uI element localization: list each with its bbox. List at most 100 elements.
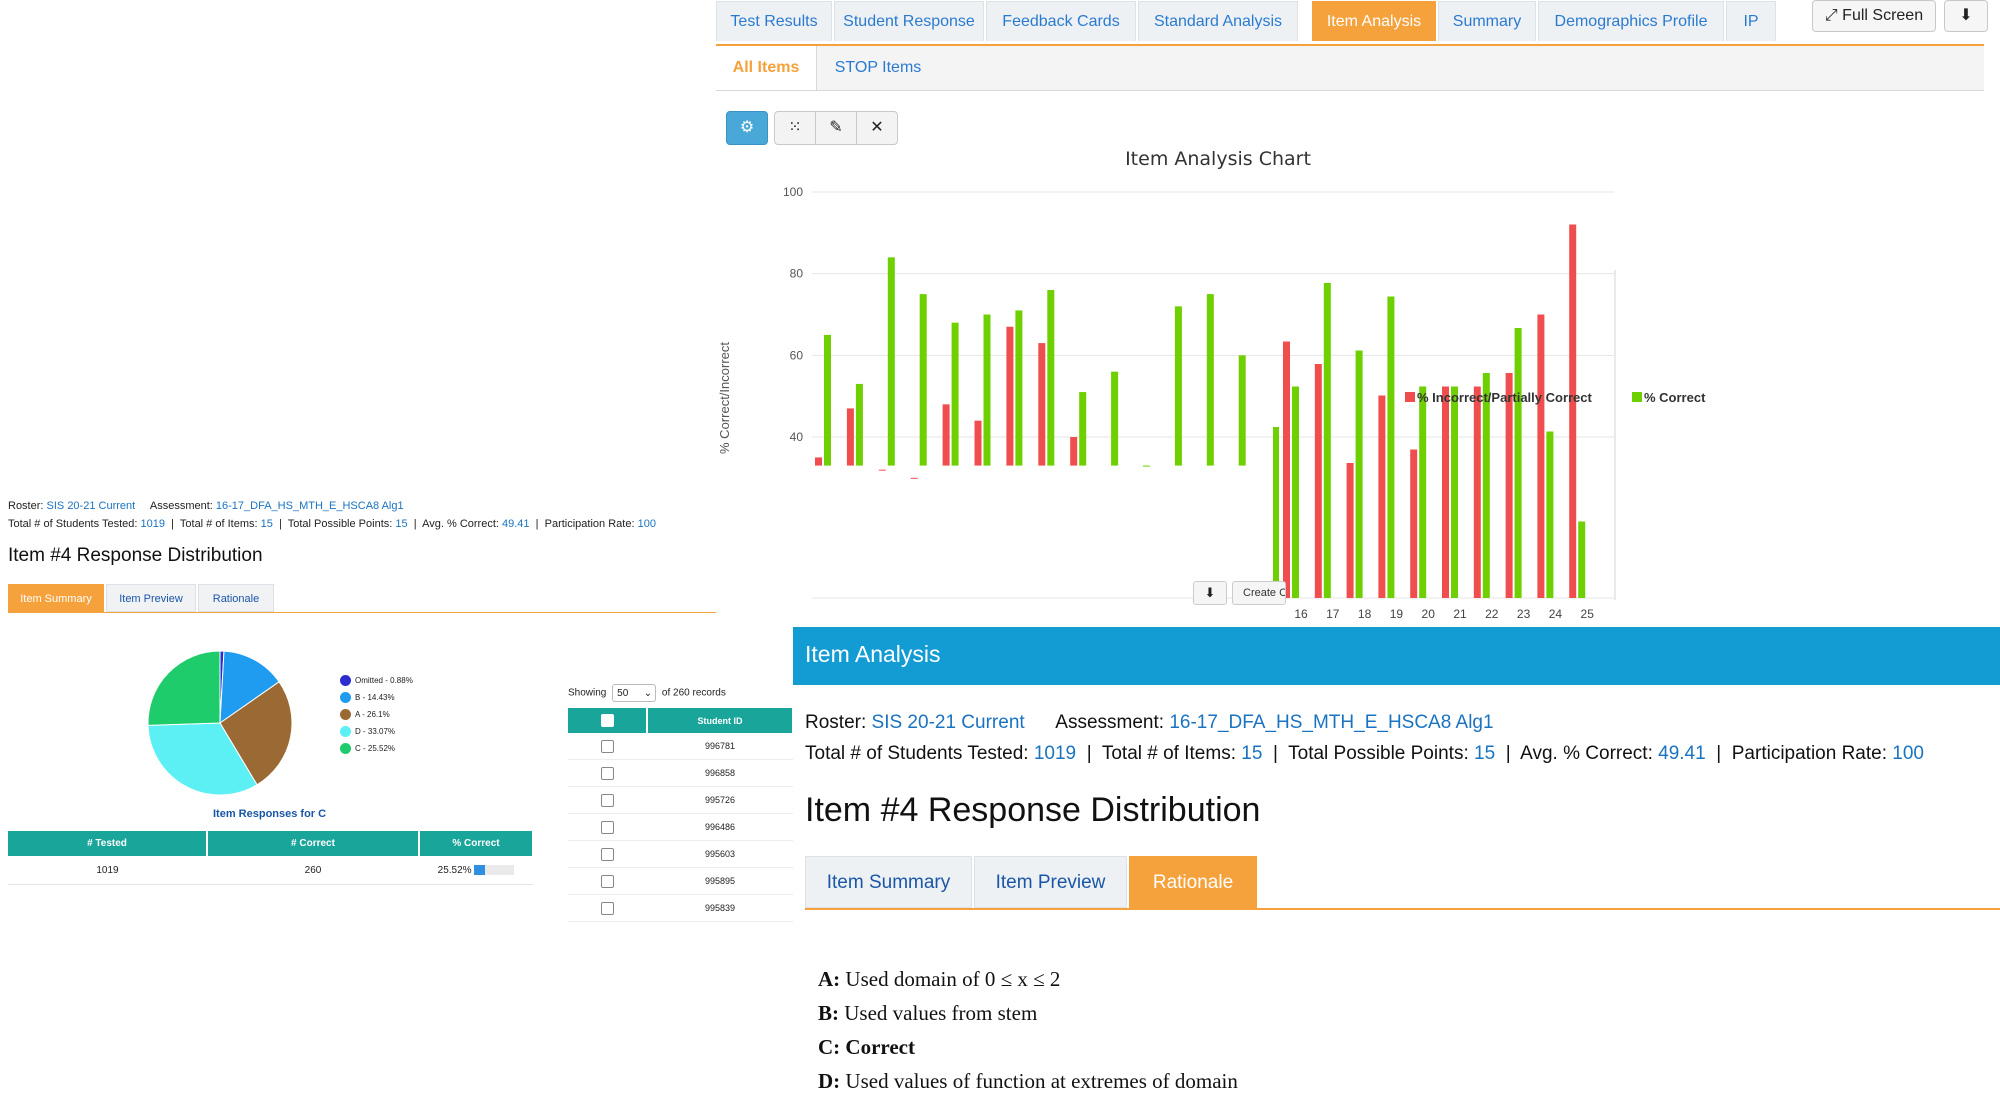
download-button[interactable]: ⬇ [1944,0,1988,32]
correct-bar [824,334,831,466]
tab-item-analysis[interactable]: Item Analysis [1312,1,1436,41]
expand-icon: ⤢ [1824,7,1838,24]
tab-feedback-cards[interactable]: Feedback Cards [986,1,1136,41]
incorrect-bar [1569,224,1577,598]
item-analysis-chart: Item Analysis Chart % Correct/Incorrect … [717,148,1706,621]
pie-slice [147,650,221,726]
tab-item-summary[interactable]: Item Summary [8,584,104,612]
items-label: Total # of Items: [179,518,258,530]
pencil-icon: ✎ [829,119,843,136]
rationale-c: C: Correct [818,1035,915,1060]
big-tab-bar: Item Summary Item Preview Rationale [805,856,2000,910]
assessment-link[interactable]: 16-17_DFA_HS_MTH_E_HSCA8 Alg1 [1169,712,1493,733]
chart-title: Item Analysis Chart [1125,148,1311,170]
select-all-checkbox[interactable] [600,714,614,727]
y-tick-label: 80 [790,267,804,281]
legend-item-c: C - 25.52% [340,743,413,760]
incorrect-bar [1410,449,1418,598]
incorrect-bar [1537,314,1545,598]
incorrect-bar [1442,386,1449,598]
correct-bar [1273,427,1279,598]
legend-label: B - 14.43% [355,693,395,702]
avg-label: Avg. % Correct: [1520,743,1653,764]
tab-all-items[interactable]: All Items [716,46,817,90]
cell-tested: 1019 [8,856,207,885]
gear-icon: ⚙ [739,119,755,136]
students-value: 1019 [140,518,165,530]
correct-bar [1174,306,1182,466]
incorrect-bar [942,404,950,466]
sub-tab-bar: All Items STOP Items [716,46,1984,91]
row-checkbox[interactable] [601,874,614,888]
x-tick-label: 25 [1581,607,1595,621]
correct-bar [1206,294,1214,466]
tab-item-preview[interactable]: Item Preview [974,856,1127,908]
tab-stop-items[interactable]: STOP Items [818,46,938,90]
table-row: 996781 [568,733,793,760]
participation-value: 100 [1892,743,1924,764]
tab-item-preview[interactable]: Item Preview [106,584,196,612]
records-info: Showing 50 ⌄ of 260 records [568,684,726,702]
row-checkbox[interactable] [601,739,614,753]
item-summary-table: # Tested # Correct % Correct 1019 260 25… [8,831,534,885]
assessment-label: Assessment: [1055,712,1165,733]
rationale-key: C: [818,1035,841,1059]
points-value: 15 [1474,743,1496,764]
x-tick-label: 22 [1485,607,1499,621]
table-row: 995603 [568,840,793,868]
legend-dot [340,726,351,737]
pct-correct-bar [474,864,515,875]
tab-rationale[interactable]: Rationale [198,584,274,612]
participation-value: 100 [637,518,656,530]
tab-student-response[interactable]: Student Response [834,1,984,41]
correct-bar [1015,310,1023,466]
correct-bar [1482,373,1490,598]
tab-demographics-profile[interactable]: Demographics Profile [1538,1,1724,41]
item-analysis-header: Item Analysis [793,627,2000,685]
page-size-select[interactable]: 50 ⌄ [612,684,657,702]
student-table-header: Student ID [568,708,794,733]
row-checkbox[interactable] [601,820,614,834]
students-label: Total # of Students Tested: [805,743,1029,764]
pct-correct-text: 25.52% [437,864,472,876]
chart-download-button[interactable]: ⬇ [1193,581,1227,605]
student-table: Student ID 996781 996858 995726 996486 9… [568,708,794,922]
table-row: 995895 [568,867,793,895]
points-label: Total Possible Points: [1288,743,1469,764]
records-label: of 260 records [661,687,726,699]
select-all-header [568,708,648,733]
rationale-key: B: [818,1001,839,1025]
incorrect-bar [1505,373,1513,598]
y-tick-label: 60 [790,348,804,362]
incorrect-bar [974,420,982,466]
row-checkbox[interactable] [601,793,614,807]
table-row: 1019 260 25.52% [8,856,533,885]
small-roster-line: Roster: SIS 20-21 Current Assessment: 16… [8,500,404,512]
incorrect-bar [1070,437,1078,466]
tab-rationale[interactable]: Rationale [1129,856,1257,908]
tab-summary[interactable]: Summary [1438,1,1536,41]
correct-bar [887,257,895,466]
y-axis-label: % Correct/Incorrect [717,342,732,454]
create-button[interactable]: Create C [1232,581,1286,605]
tab-ip[interactable]: IP [1726,1,1776,41]
row-checkbox[interactable] [601,847,614,861]
roster-link[interactable]: SIS 20-21 Current [47,500,136,512]
correct-bar [951,322,959,466]
legend-label: Omitted - 0.88% [355,676,413,685]
x-tick-label: 21 [1453,607,1467,621]
tab-test-results[interactable]: Test Results [716,1,832,41]
rationale-key: A: [818,967,841,991]
row-checkbox[interactable] [601,766,614,780]
roster-link[interactable]: SIS 20-21 Current [872,712,1025,733]
correct-bar [1578,521,1586,598]
full-screen-button[interactable]: ⤢ Full Screen [1812,0,1936,32]
tab-standard-analysis[interactable]: Standard Analysis [1138,1,1298,41]
y-tick-label: 100 [783,185,803,199]
assessment-link[interactable]: 16-17_DFA_HS_MTH_E_HSCA8 Alg1 [216,500,404,512]
correct-bar [1419,386,1427,598]
expand-icon: ✕ [870,119,884,136]
row-checkbox[interactable] [601,901,614,915]
avg-label: Avg. % Correct: [422,518,499,530]
tab-item-summary[interactable]: Item Summary [805,856,972,908]
